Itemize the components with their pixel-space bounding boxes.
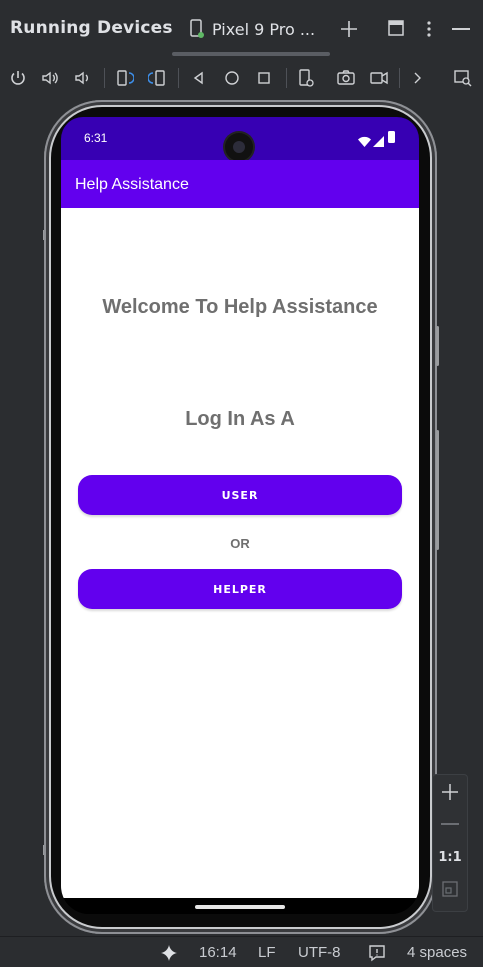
add-icon[interactable] [338,16,360,42]
device-tab[interactable]: Pixel 9 Pro ... [188,14,315,44]
phone-device-icon [188,19,206,39]
cursor-position[interactable]: 16:14 [199,944,237,961]
user-button[interactable]: USER [78,475,402,515]
signal-icon [373,132,384,151]
ide-status-bar: 16:14 LF UTF-8 4 spaces [0,936,483,967]
rotate-right-icon[interactable] [146,66,170,90]
volume-down-icon[interactable] [70,66,94,90]
device-toolbar [0,62,483,94]
app-title: Help Assistance [75,176,189,193]
window-icon[interactable] [388,20,404,36]
battery-icon [388,131,395,143]
toolbar-separator [286,68,287,88]
main-content: Welcome To Help Assistance Log In As A U… [61,208,419,898]
minimize-icon[interactable] [452,28,470,30]
or-label: OR [230,536,250,551]
zoom-fit-icon[interactable] [442,881,458,897]
wifi-icon [358,132,371,151]
login-prompt: Log In As A [185,408,295,430]
android-status-bar: 6:31 [61,117,419,161]
more-options-icon[interactable] [422,18,436,40]
sparkle-icon[interactable] [160,944,178,966]
chevron-right-icon[interactable] [405,66,429,90]
file-encoding[interactable]: UTF-8 [298,944,341,961]
layout-inspector-icon[interactable] [451,66,475,90]
device-tab-label: Pixel 9 Pro ... [212,19,316,39]
toolbar-separator [178,68,179,88]
active-tab-indicator [172,52,330,56]
rotate-left-icon[interactable] [112,66,136,90]
toolbar-separator [399,68,400,88]
toolbar-separator [104,68,105,88]
panel-title: Running Devices [10,18,173,38]
gesture-home-handle[interactable] [195,905,285,909]
volume-up-icon[interactable] [38,66,62,90]
welcome-heading: Welcome To Help Assistance [102,296,378,318]
overview-icon[interactable] [252,66,276,90]
power-icon[interactable] [6,66,30,90]
front-camera [225,133,253,161]
readonly-toggle-icon[interactable] [368,944,386,966]
device-screen[interactable]: 6:31 Help Assistance Welcome To Help Ass… [61,117,419,914]
volume-rocker[interactable] [436,430,439,550]
line-ending[interactable]: LF [258,944,276,961]
zoom-in-icon[interactable] [441,783,459,801]
power-button[interactable] [436,326,439,366]
zoom-panel: 1:1 [432,774,468,912]
device-settings-icon[interactable] [294,66,318,90]
zoom-out-icon[interactable] [441,823,459,825]
indentation[interactable]: 4 spaces [407,944,467,961]
status-time: 6:31 [84,131,108,145]
helper-button[interactable]: HELPER [78,569,402,609]
back-icon[interactable] [187,66,211,90]
home-icon[interactable] [220,66,244,90]
title-bar: Running Devices Pixel 9 Pro ... [0,0,483,60]
zoom-reset-button[interactable]: 1:1 [433,850,467,865]
video-record-icon[interactable] [367,66,391,90]
camera-icon[interactable] [334,66,358,90]
app-bar: Help Assistance [61,160,419,208]
